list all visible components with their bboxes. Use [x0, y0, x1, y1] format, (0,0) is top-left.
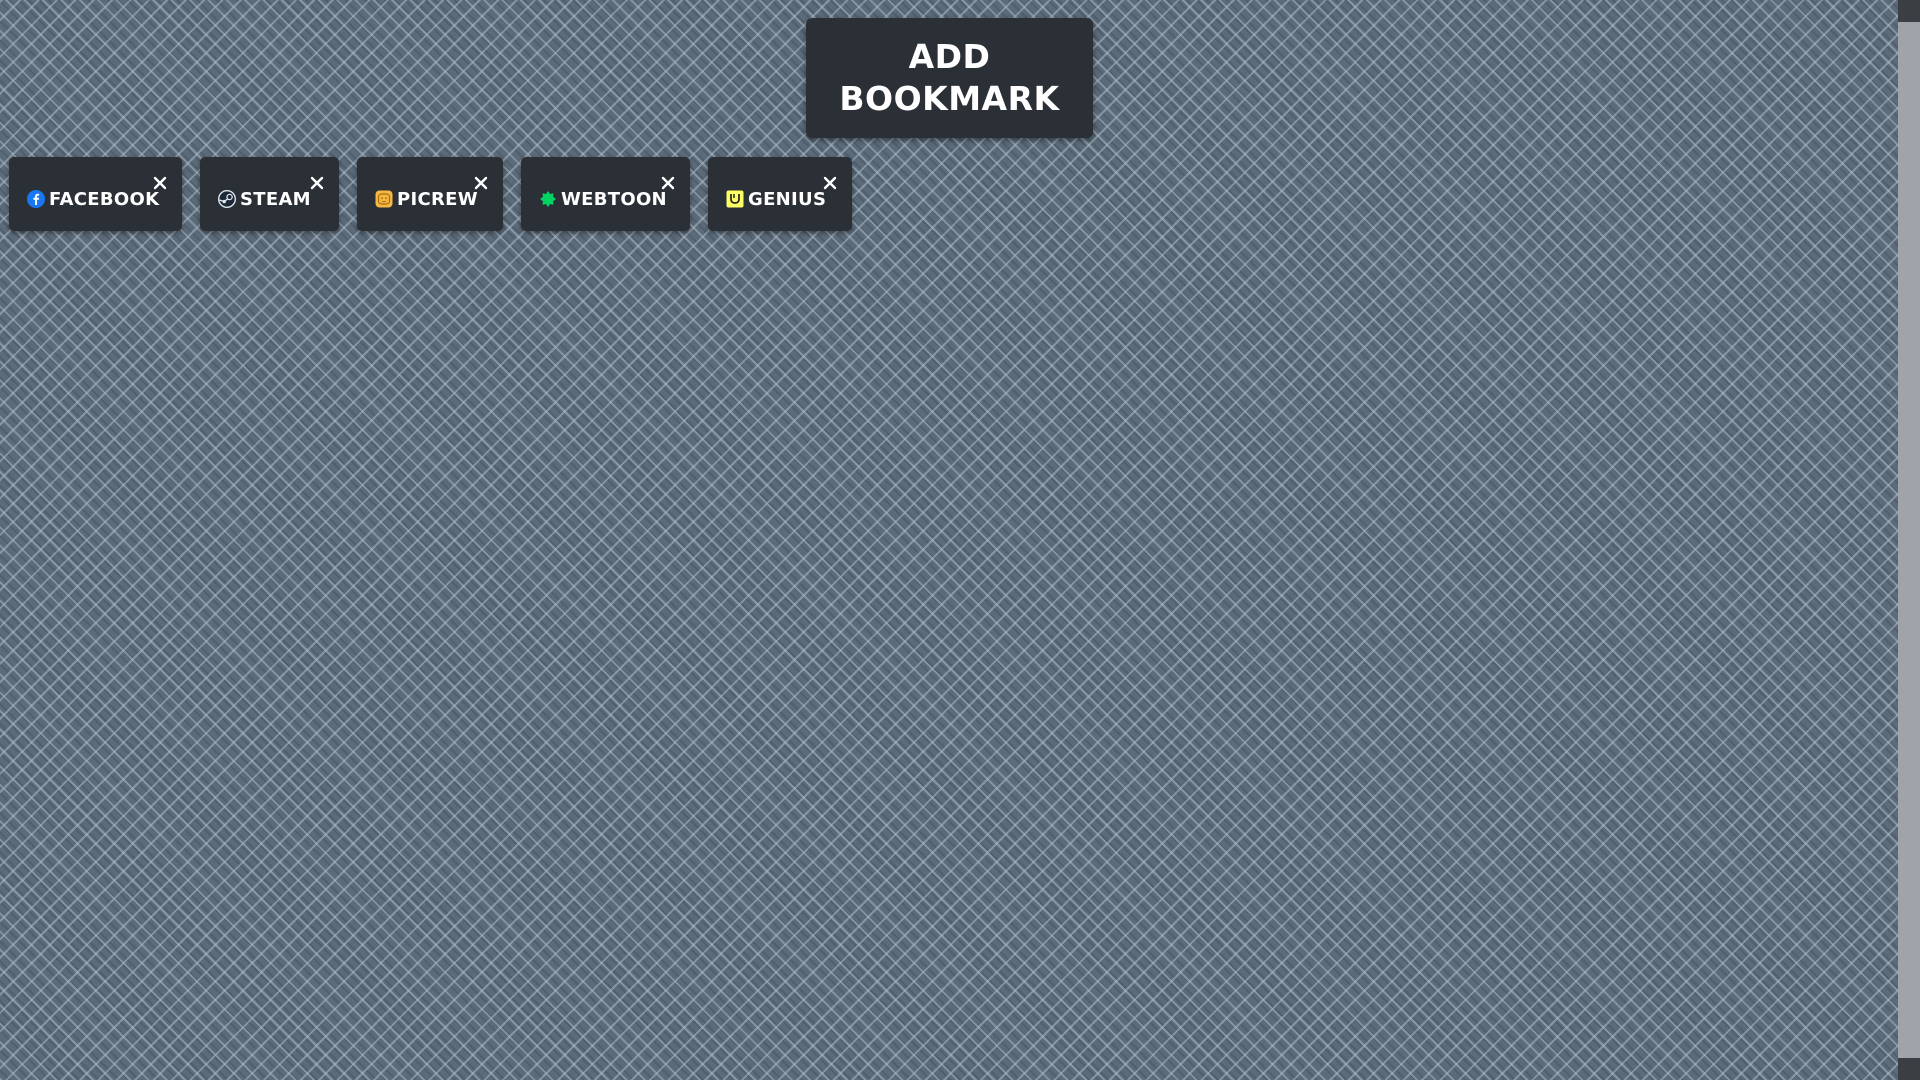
bookmark-list: FACEBOOK STEAM PICREW WEBTOON GENIUS [9, 157, 852, 231]
picrew-icon [374, 189, 394, 209]
bookmark-label: PICREW [397, 188, 478, 210]
bookmark-label: FACEBOOK [49, 188, 160, 210]
steam-icon [217, 189, 237, 209]
add-bookmark-label-line1: ADD [908, 37, 991, 76]
bookmark-picrew[interactable]: PICREW [357, 157, 503, 231]
close-icon[interactable] [822, 175, 838, 191]
genius-icon [725, 189, 745, 209]
bookmark-steam[interactable]: STEAM [200, 157, 339, 231]
add-bookmark-label-line2: BOOKMARK [839, 79, 1060, 118]
close-icon[interactable] [660, 175, 676, 191]
scroll-up-button[interactable] [1898, 0, 1920, 22]
add-bookmark-button[interactable]: ADD BOOKMARK [806, 18, 1093, 138]
webtoon-icon [538, 189, 558, 209]
vertical-scrollbar[interactable] [1898, 0, 1920, 1080]
bookmark-label: GENIUS [748, 188, 827, 210]
facebook-icon [26, 189, 46, 209]
bookmark-label: STEAM [240, 188, 311, 210]
bookmark-label: WEBTOON [561, 188, 667, 210]
bookmark-facebook[interactable]: FACEBOOK [9, 157, 182, 231]
close-icon[interactable] [152, 175, 168, 191]
scroll-down-button[interactable] [1898, 1058, 1920, 1080]
page: ADD BOOKMARK FACEBOOK STEAM PICREW WEBTO… [0, 0, 1898, 1080]
close-icon[interactable] [309, 175, 325, 191]
bookmark-genius[interactable]: GENIUS [708, 157, 852, 231]
bookmark-webtoon[interactable]: WEBTOON [521, 157, 690, 231]
close-icon[interactable] [473, 175, 489, 191]
